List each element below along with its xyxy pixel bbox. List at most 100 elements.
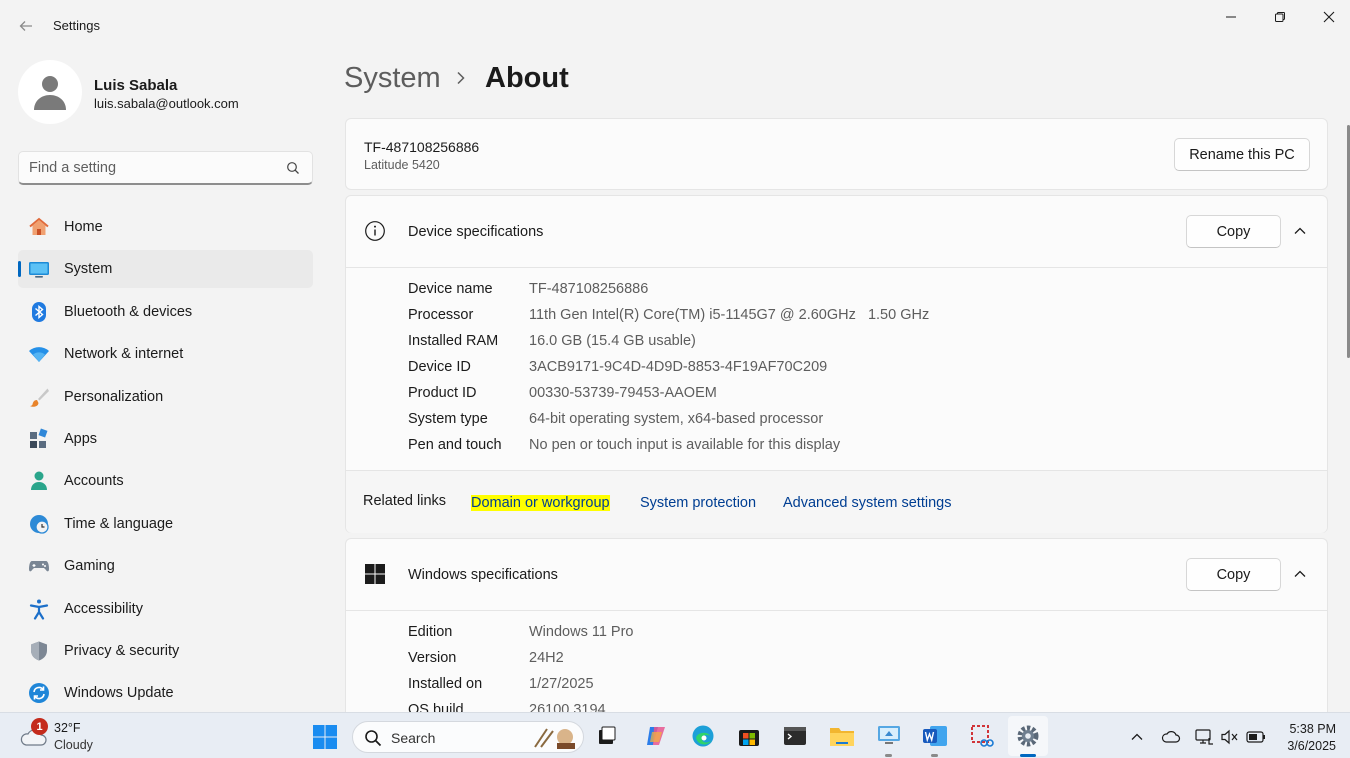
- spec-key: Processor: [408, 307, 474, 323]
- pc-name-card: TF-487108256886 Latitude 5420 Rename thi…: [345, 118, 1328, 190]
- page-title: About: [485, 62, 569, 94]
- sidebar-item-windows-update[interactable]: Windows Update: [18, 674, 313, 712]
- spec-value: 3ACB9171-9C4D-4D9D-8853-4F19AF70C209: [529, 359, 828, 375]
- copy-device-specs-button[interactable]: Copy: [1186, 215, 1281, 248]
- windows-specs-title: Windows specifications: [408, 567, 558, 583]
- battery-icon: [1246, 731, 1265, 743]
- rename-pc-button[interactable]: Rename this PC: [1174, 138, 1310, 171]
- sidebar-item-home[interactable]: Home: [18, 208, 313, 246]
- snipping-tool-button[interactable]: [967, 721, 997, 751]
- user-profile[interactable]: Luis Sabala luis.sabala@outlook.com: [18, 60, 318, 126]
- close-button[interactable]: [1306, 2, 1350, 32]
- clock-date: 3/6/2025: [1287, 739, 1336, 753]
- word-button[interactable]: [920, 721, 950, 757]
- sidebar-item-system[interactable]: System: [18, 250, 313, 289]
- taskbar: 1 32°F Cloudy Search 5:38 PM 3/6/2025: [0, 712, 1350, 758]
- advanced-system-settings-link[interactable]: Advanced system settings: [783, 495, 951, 511]
- breadcrumb-system[interactable]: System: [344, 62, 441, 95]
- sidebar-item-label: Accounts: [64, 473, 124, 490]
- spec-key: Installed RAM: [408, 333, 499, 349]
- start-button-icon[interactable]: [312, 724, 338, 750]
- windows-specs-header[interactable]: Windows specifications Copy: [346, 539, 1327, 611]
- settings-button[interactable]: [1008, 716, 1048, 757]
- search-highlight-icon: [534, 728, 575, 749]
- spec-value: 1/27/2025: [529, 676, 594, 692]
- search-input[interactable]: [29, 158, 279, 178]
- settings-search[interactable]: [18, 151, 313, 185]
- sidebar-item-bluetooth[interactable]: Bluetooth & devices: [18, 293, 313, 331]
- weather-condition: Cloudy: [54, 738, 93, 752]
- search-icon[interactable]: [286, 161, 300, 175]
- copy-windows-specs-button[interactable]: Copy: [1186, 558, 1281, 591]
- device-specs-header[interactable]: Device specifications Copy: [346, 196, 1327, 268]
- cloud-icon: [1161, 731, 1181, 743]
- weather-temperature: 32°F: [54, 721, 81, 735]
- spec-key: Device ID: [408, 359, 471, 375]
- chevron-up-icon[interactable]: [1293, 567, 1307, 581]
- sidebar-item-label: Personalization: [64, 388, 164, 405]
- task-view-button[interactable]: [592, 721, 622, 751]
- restore-button[interactable]: [1257, 2, 1303, 32]
- sidebar-item-label: Accessibility: [64, 600, 143, 617]
- terminal-button[interactable]: [780, 721, 810, 751]
- network-tray[interactable]: [1194, 727, 1214, 747]
- system-protection-link[interactable]: System protection: [640, 495, 756, 511]
- sidebar-item-network[interactable]: Network & internet: [18, 335, 313, 373]
- spec-value: TF-487108256886: [529, 281, 649, 297]
- sidebar-item-label: Bluetooth & devices: [64, 303, 193, 320]
- back-button[interactable]: [12, 12, 40, 40]
- pc-model: Latitude 5420: [364, 158, 440, 172]
- taskbar-search[interactable]: Search: [352, 721, 584, 753]
- minimize-button[interactable]: [1208, 2, 1254, 32]
- onedrive-tray[interactable]: [1161, 727, 1181, 747]
- device-specifications-card: Device specifications Copy Device name T…: [345, 195, 1328, 533]
- sidebar-item-time-language[interactable]: Time & language: [18, 505, 313, 543]
- chevron-up-icon: [1131, 733, 1143, 740]
- network-icon: [1195, 729, 1213, 745]
- battery-tray[interactable]: [1246, 727, 1266, 747]
- avatar: [18, 60, 82, 124]
- sidebar-item-accounts[interactable]: Accounts: [18, 462, 313, 500]
- update-icon: [28, 682, 50, 704]
- sidebar-item-label: Windows Update: [64, 685, 174, 702]
- show-hidden-icons-button[interactable]: [1127, 727, 1147, 747]
- search-icon: [365, 730, 382, 747]
- restore-icon: [1275, 12, 1285, 22]
- spec-key: Version: [408, 650, 457, 666]
- sidebar-item-apps[interactable]: Apps: [18, 420, 313, 458]
- remote-desktop-button[interactable]: [874, 721, 904, 757]
- spec-key: Edition: [408, 624, 453, 640]
- folder-icon: [830, 728, 854, 746]
- title-bar: Settings: [0, 0, 1350, 50]
- sidebar-item-label: Network & internet: [64, 346, 184, 363]
- store-button[interactable]: [734, 721, 764, 751]
- sidebar-item-label: Home: [64, 219, 103, 235]
- sidebar-item-accessibility[interactable]: Accessibility: [18, 590, 313, 628]
- edge-button[interactable]: [688, 721, 718, 751]
- copilot-icon: [647, 727, 665, 745]
- sidebar-item-personalization[interactable]: Personalization: [18, 378, 313, 416]
- chevron-right-icon: [455, 70, 467, 91]
- volume-tray[interactable]: [1220, 727, 1240, 747]
- accounts-icon: [28, 470, 50, 492]
- system-icon: [28, 258, 50, 280]
- sidebar-item-label: Time & language: [64, 515, 174, 532]
- domain-workgroup-link[interactable]: Domain or workgroup: [471, 495, 610, 511]
- store-icon: [739, 730, 759, 746]
- spec-value: No pen or touch input is available for t…: [529, 437, 841, 453]
- task-view-icon: [599, 726, 616, 744]
- sidebar-item-privacy-security[interactable]: Privacy & security: [18, 632, 313, 670]
- minimize-icon: [1226, 16, 1236, 18]
- spec-value: 16.0 GB (15.4 GB usable): [529, 333, 696, 349]
- arrow-left-icon: [19, 21, 32, 31]
- spec-value: Windows 11 Pro: [529, 624, 634, 640]
- related-links: Related links Domain or workgroup System…: [346, 470, 1327, 533]
- file-explorer-button[interactable]: [827, 721, 857, 751]
- spec-key: System type: [408, 411, 488, 427]
- apps-icon: [28, 428, 50, 450]
- sidebar-item-gaming[interactable]: Gaming: [18, 547, 313, 585]
- copilot-button[interactable]: [641, 721, 671, 751]
- chevron-up-icon[interactable]: [1293, 224, 1307, 238]
- app-title: Settings: [53, 18, 100, 33]
- accessibility-icon: [28, 598, 50, 620]
